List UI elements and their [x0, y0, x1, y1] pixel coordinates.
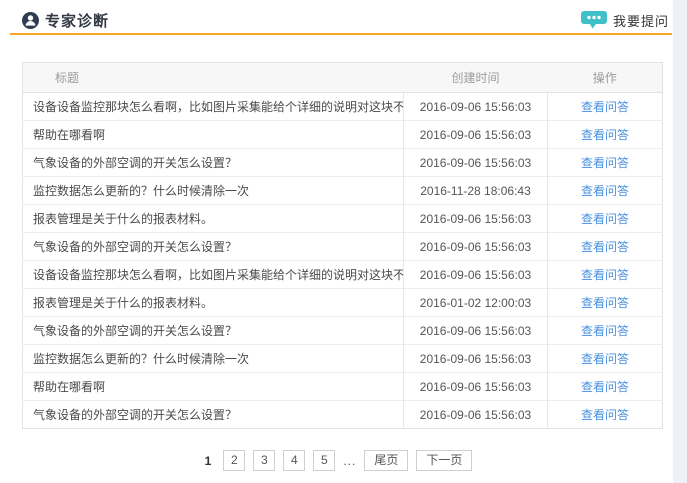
table-row: 设备设备监控那块怎么看啊，比如图片采集能给个详细的说明对这块不是很懂... 20… [23, 93, 663, 121]
ask-question-button[interactable]: 我要提问 [581, 11, 669, 30]
content-card: 专家诊断 我要提问 [0, 0, 673, 483]
created-time: 2016-09-06 15:56:03 [404, 205, 548, 233]
page-title: 专家诊断 [45, 10, 109, 31]
view-answer-link[interactable]: 查看问答 [581, 100, 629, 114]
page-viewport: 专家诊断 我要提问 [0, 0, 687, 483]
created-time: 2016-09-06 15:56:03 [404, 93, 548, 121]
created-time: 2016-01-02 12:00:03 [404, 289, 548, 317]
question-title: 气象设备的外部空调的开关怎么设置？ [23, 233, 404, 261]
ask-question-label: 我要提问 [613, 11, 669, 30]
view-answer-link[interactable]: 查看问答 [581, 212, 629, 226]
question-title: 帮助在哪看啊 [23, 121, 404, 149]
pagination-page-3[interactable]: 3 [253, 450, 275, 471]
view-answer-link[interactable]: 查看问答 [581, 296, 629, 310]
table-row: 气象设备的外部空调的开关怎么设置？ 2016-09-06 15:56:03 查看… [23, 233, 663, 261]
table-header-row: 标题 创建时间 操作 [23, 63, 663, 93]
created-time: 2016-09-06 15:56:03 [404, 149, 548, 177]
title-wrap: 专家诊断 [22, 10, 109, 31]
view-answer-link[interactable]: 查看问答 [581, 408, 629, 422]
question-title: 帮助在哪看啊 [23, 373, 404, 401]
view-answer-link[interactable]: 查看问答 [581, 184, 629, 198]
view-answer-link[interactable]: 查看问答 [581, 380, 629, 394]
table-row: 监控数据怎么更新的？什么时候清除一次 2016-11-28 18:06:43 查… [23, 177, 663, 205]
qa-table: 标题 创建时间 操作 设备设备监控那块怎么看啊，比如图片采集能给个详细的说明对这… [22, 62, 663, 429]
view-answer-link[interactable]: 查看问答 [581, 324, 629, 338]
question-title: 气象设备的外部空调的开关怎么设置？ [23, 149, 404, 177]
view-answer-link[interactable]: 查看问答 [581, 128, 629, 142]
question-title: 报表管理是关于什么的报表材料。 [23, 205, 404, 233]
pagination-page-2[interactable]: 2 [223, 450, 245, 471]
table-row: 气象设备的外部空调的开关怎么设置？ 2016-09-06 15:56:03 查看… [23, 401, 663, 429]
expert-icon [22, 12, 39, 29]
table-row: 监控数据怎么更新的？什么时候清除一次 2016-09-06 15:56:03 查… [23, 345, 663, 373]
table-row: 设备设备监控那块怎么看啊，比如图片采集能给个详细的说明对这块不是很懂... 20… [23, 261, 663, 289]
view-answer-link[interactable]: 查看问答 [581, 268, 629, 282]
created-time: 2016-09-06 15:56:03 [404, 345, 548, 373]
accent-divider [10, 33, 672, 35]
view-answer-link[interactable]: 查看问答 [581, 352, 629, 366]
created-time: 2016-11-28 18:06:43 [404, 177, 548, 205]
table-row: 帮助在哪看啊 2016-09-06 15:56:03 查看问答 [23, 121, 663, 149]
question-title: 设备设备监控那块怎么看啊，比如图片采集能给个详细的说明对这块不是很懂... [23, 93, 404, 121]
pagination-page-4[interactable]: 4 [283, 450, 305, 471]
column-header-operation: 操作 [548, 63, 663, 93]
table-row: 报表管理是关于什么的报表材料。 2016-09-06 15:56:03 查看问答 [23, 205, 663, 233]
pagination-next-button[interactable]: 下一页 [416, 450, 472, 471]
created-time: 2016-09-06 15:56:03 [404, 317, 548, 345]
pagination-page-5[interactable]: 5 [313, 450, 335, 471]
question-title: 气象设备的外部空调的开关怎么设置？ [23, 401, 404, 429]
pagination-ellipsis: ... [343, 454, 356, 468]
created-time: 2016-09-06 15:56:03 [404, 233, 548, 261]
question-title: 监控数据怎么更新的？什么时候清除一次 [23, 345, 404, 373]
chat-bubble-icon [581, 11, 607, 29]
page-header: 专家诊断 我要提问 [0, 0, 673, 29]
column-header-created: 创建时间 [404, 63, 548, 93]
pagination: 1 2 3 4 5 ... 尾页 下一页 [0, 450, 673, 471]
table-row: 气象设备的外部空调的开关怎么设置？ 2016-09-06 15:56:03 查看… [23, 317, 663, 345]
column-header-title: 标题 [23, 63, 404, 93]
question-title: 监控数据怎么更新的？什么时候清除一次 [23, 177, 404, 205]
created-time: 2016-09-06 15:56:03 [404, 121, 548, 149]
created-time: 2016-09-06 15:56:03 [404, 373, 548, 401]
qa-table-wrap: 标题 创建时间 操作 设备设备监控那块怎么看啊，比如图片采集能给个详细的说明对这… [22, 62, 662, 429]
table-row: 气象设备的外部空调的开关怎么设置？ 2016-09-06 15:56:03 查看… [23, 149, 663, 177]
pagination-last-button[interactable]: 尾页 [364, 450, 408, 471]
question-title: 设备设备监控那块怎么看啊，比如图片采集能给个详细的说明对这块不是很懂... [23, 261, 404, 289]
view-answer-link[interactable]: 查看问答 [581, 240, 629, 254]
created-time: 2016-09-06 15:56:03 [404, 261, 548, 289]
question-title: 报表管理是关于什么的报表材料。 [23, 289, 404, 317]
pagination-current-page: 1 [201, 454, 216, 468]
table-row: 帮助在哪看啊 2016-09-06 15:56:03 查看问答 [23, 373, 663, 401]
created-time: 2016-09-06 15:56:03 [404, 401, 548, 429]
question-title: 气象设备的外部空调的开关怎么设置？ [23, 317, 404, 345]
table-row: 报表管理是关于什么的报表材料。 2016-01-02 12:00:03 查看问答 [23, 289, 663, 317]
view-answer-link[interactable]: 查看问答 [581, 156, 629, 170]
